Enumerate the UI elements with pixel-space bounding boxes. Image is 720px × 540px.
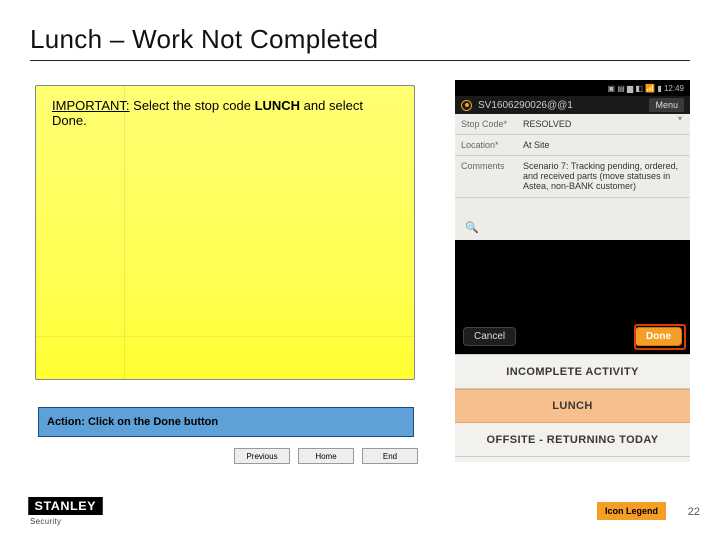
option-offsite[interactable]: OFFSITE - RETURNING TODAY (455, 423, 690, 457)
logo-line1: STANLEY (28, 497, 102, 515)
callout-divider-h (36, 336, 414, 337)
phone-options-sheet: INCOMPLETE ACTIVITY LUNCH OFFSITE - RETU… (455, 354, 690, 462)
end-button[interactable]: End (362, 448, 418, 464)
comments-label: Comments (455, 156, 523, 176)
stop-code-label: Stop Code* (455, 114, 523, 134)
slide-nav: Previous Home End (234, 448, 418, 464)
callout-bold: LUNCH (255, 98, 301, 113)
target-icon (461, 100, 472, 111)
location-value[interactable]: At Site (523, 135, 690, 155)
action-bar: Action: Click on the Done button (38, 407, 414, 437)
home-button[interactable]: Home (298, 448, 354, 464)
title-divider (30, 60, 690, 61)
comments-value[interactable]: Scenario 7: Tracking pending, ordered, a… (523, 156, 690, 197)
stop-code-value[interactable]: RESOLVED (523, 114, 690, 134)
callout-text-before: Select the stop code (130, 98, 255, 113)
callout-important-label: IMPORTANT: (52, 98, 130, 113)
option-incomplete-activity[interactable]: INCOMPLETE ACTIVITY (455, 355, 690, 389)
statusbar-icons: ▣ ▤ ▆ ◧ 📶 ▮ 12:49 (607, 84, 684, 93)
done-button[interactable]: Done (635, 327, 682, 346)
callout-box: IMPORTANT: Select the stop code LUNCH an… (35, 85, 415, 380)
page-title: Lunch – Work Not Completed (30, 24, 378, 55)
previous-button[interactable]: Previous (234, 448, 290, 464)
icon-legend-button[interactable]: Icon Legend (597, 502, 666, 520)
phone-action-area: Cancel Done (455, 240, 690, 354)
phone-statusbar: ▣ ▤ ▆ ◧ 📶 ▮ 12:49 (455, 80, 690, 96)
search-icon[interactable]: 🔍 (465, 221, 479, 234)
banner-title: SV1606290026@@1 (478, 100, 573, 111)
menu-button[interactable]: Menu (649, 98, 684, 112)
logo-line2: Security (30, 517, 101, 526)
phone-form: Stop Code* RESOLVED ▾ Location* At Site … (455, 114, 690, 240)
location-label: Location* (455, 135, 523, 155)
brand-logo: STANLEY Security (30, 497, 101, 526)
cancel-button[interactable]: Cancel (463, 327, 516, 346)
chevron-down-icon: ▾ (678, 114, 682, 123)
phone-screenshot: ▣ ▤ ▆ ◧ 📶 ▮ 12:49 SV1606290026@@1 Menu S… (455, 80, 690, 462)
phone-banner: SV1606290026@@1 Menu (455, 96, 690, 114)
page-number: 22 (688, 506, 700, 518)
option-lunch[interactable]: LUNCH (455, 389, 690, 423)
